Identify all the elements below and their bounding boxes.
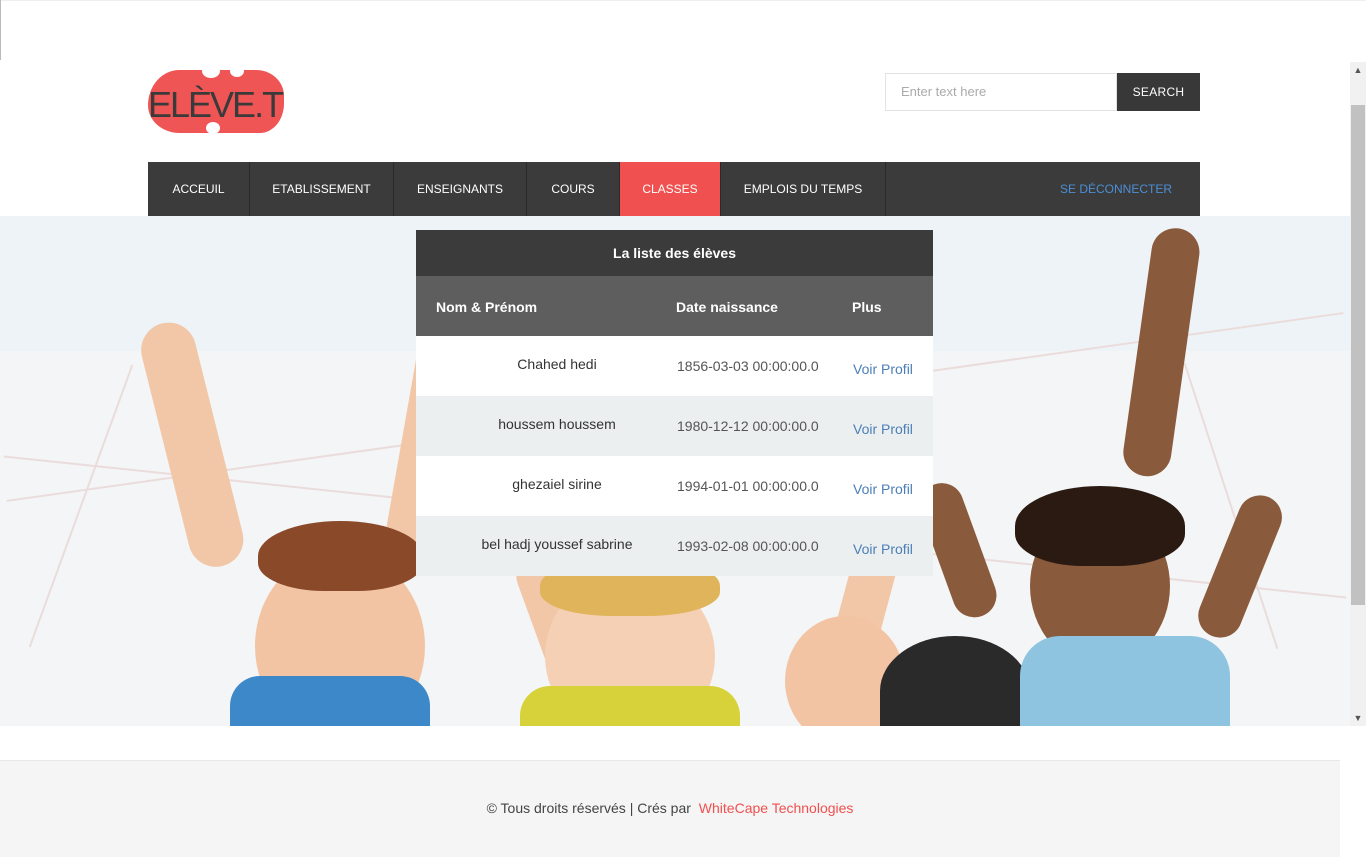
scroll-down-arrow-icon[interactable]: ▼ — [1350, 710, 1366, 726]
birth-date: 1993-02-08 00:00:00.0 — [677, 538, 819, 554]
footer-text: © Tous droits réservés | Crés par WhiteC… — [0, 800, 1340, 816]
nav-item-cours[interactable]: COURS — [527, 162, 620, 216]
voir-profil-link[interactable]: Voir Profil — [853, 541, 913, 557]
logout-link[interactable]: SE DÉCONNECTER — [1060, 162, 1172, 216]
table-row: bel hadj youssef sabrine 1993-02-08 00:0… — [416, 516, 933, 576]
nav-item-acceuil[interactable]: ACCEUIL — [148, 162, 250, 216]
scroll-up-arrow-icon[interactable]: ▲ — [1350, 62, 1366, 78]
panel-title: La liste des élèves — [416, 230, 933, 276]
birth-date: 1980-12-12 00:00:00.0 — [677, 418, 819, 434]
search-input[interactable]: Enter text here — [885, 73, 1117, 111]
table-row: ghezaiel sirine 1994-01-01 00:00:00.0 Vo… — [416, 456, 933, 516]
footer: © Tous droits réservés | Crés par WhiteC… — [0, 760, 1340, 857]
site-logo[interactable]: ELÈVE.TN — [148, 70, 284, 133]
logo-text: ELÈVE.TN — [148, 84, 284, 125]
nav-item-emplois-du-temps[interactable]: EMPLOIS DU TEMPS — [721, 162, 886, 216]
nav-item-classes[interactable]: CLASSES — [620, 162, 721, 216]
voir-profil-link[interactable]: Voir Profil — [853, 481, 913, 497]
student-name: bel hadj youssef sabrine — [481, 536, 633, 552]
voir-profil-link[interactable]: Voir Profil — [853, 421, 913, 437]
left-edge-line — [0, 0, 1, 60]
nav-item-etablissement[interactable]: ETABLISSEMENT — [250, 162, 394, 216]
search-button[interactable]: SEARCH — [1117, 73, 1200, 111]
birth-date: 1994-01-01 00:00:00.0 — [677, 478, 819, 494]
table-row: Chahed hedi 1856-03-03 00:00:00.0 Voir P… — [416, 336, 933, 396]
student-name: Chahed hedi — [517, 356, 597, 372]
table-header: Nom & Prénom Date naissance Plus — [416, 276, 933, 336]
column-header-date: Date naissance — [676, 299, 778, 315]
top-border — [0, 0, 1366, 1]
nav-item-enseignants[interactable]: ENSEIGNANTS — [394, 162, 527, 216]
student-name: houssem houssem — [498, 416, 616, 432]
column-header-plus: Plus — [852, 299, 882, 315]
main-nav: ACCEUIL ETABLISSEMENT ENSEIGNANTS COURS … — [148, 162, 1200, 216]
voir-profil-link[interactable]: Voir Profil — [853, 361, 913, 377]
table-row: houssem houssem 1980-12-12 00:00:00.0 Vo… — [416, 396, 933, 456]
copyright-text: © Tous droits réservés | Crés par — [486, 800, 691, 816]
column-header-name: Nom & Prénom — [436, 299, 538, 315]
footer-brand-link[interactable]: WhiteCape Technologies — [699, 800, 854, 816]
scrollbar-thumb[interactable] — [1351, 105, 1365, 605]
students-panel: La liste des élèves Nom & Prénom Date na… — [416, 230, 933, 576]
student-name: ghezaiel sirine — [512, 476, 602, 492]
birth-date: 1856-03-03 00:00:00.0 — [677, 358, 819, 374]
